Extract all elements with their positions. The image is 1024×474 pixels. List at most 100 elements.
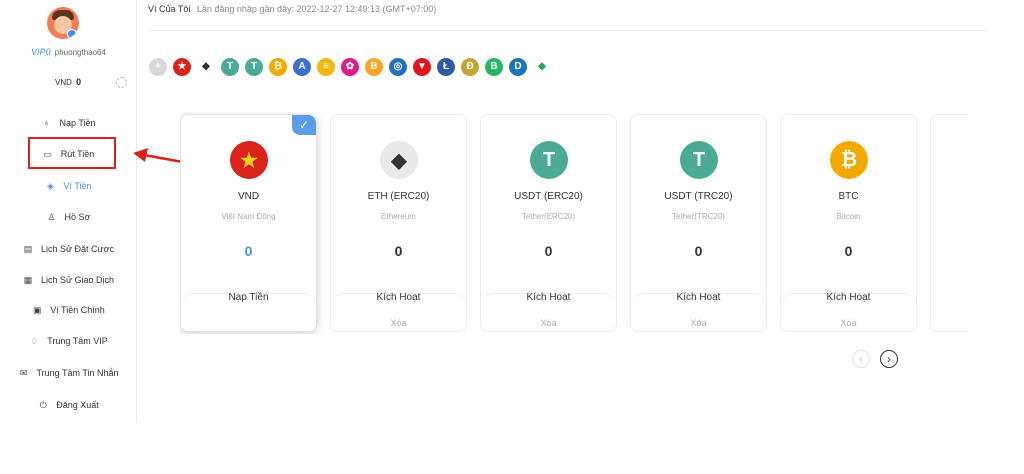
- card-currency-icon: ★: [230, 141, 268, 179]
- card-delete-button[interactable]: Xóa: [781, 318, 916, 328]
- bitcoin-white-coin-icon[interactable]: B: [365, 58, 383, 76]
- card-balance: 0: [844, 243, 853, 259]
- vnd-coin-icon[interactable]: ★: [173, 58, 191, 76]
- main-wallet-icon: ▣: [32, 305, 42, 315]
- wallet-card[interactable]: ◆ ETH (ERC20) Ethereum 0 Kích Hoạt Xóa: [330, 114, 467, 332]
- usdt-erc20-coin-icon[interactable]: T: [221, 58, 239, 76]
- balance: VND 0: [55, 77, 81, 87]
- card-action-button[interactable]: Kích Hoạt: [631, 292, 766, 303]
- pink-coin-icon[interactable]: ✿: [341, 58, 359, 76]
- wallet-page: VIP0 phuongthao64 VND 0 ♁ Nạp Tiền ▭ Rút Ti…: [0, 0, 1024, 474]
- wallet-cards: ★ VND Việt Nam Đồng 0 Nạp Tiền ✓ ◆ ETH (ERC20) E…: [180, 112, 968, 334]
- card-currency-icon: T: [680, 141, 718, 179]
- card-currency-icon: T: [530, 141, 568, 179]
- card-currency-name: USDT (ERC20): [514, 191, 583, 202]
- vip-level: VIP0: [31, 47, 51, 57]
- wallet-icon: ◈: [47, 181, 54, 191]
- sidebar-item-label: Ví Tiền: [63, 181, 92, 191]
- sidebar-item-label: Lịch Sử Đặt Cược: [41, 244, 114, 254]
- card-currency-name: BTC: [838, 191, 859, 202]
- page-header: Ví Của Tôi Lần đăng nhập gần đây: 2022-1…: [148, 4, 436, 14]
- card-action-button[interactable]: Kích Hoạt: [481, 292, 616, 303]
- btc-coin-icon[interactable]: ₿: [269, 58, 287, 76]
- prev-page-button[interactable]: ‹: [852, 350, 870, 368]
- sidebar-item-label: Ví Tiền Chính: [50, 305, 105, 315]
- sidebar-item-5[interactable]: ▤ Lịch Sử Đặt Cược: [0, 239, 137, 259]
- card-currency-full-name: Việt Nam Đồng: [221, 212, 276, 221]
- wallet-card[interactable]: T USDT (ERC20) Tether(ERC20) 0 Kích Hoạt Xóa: [480, 114, 617, 332]
- sidebar-item-label: Nạp Tiền: [59, 118, 96, 128]
- card-action-button[interactable]: Nạp Tiền: [181, 292, 316, 303]
- sidebar-item-8[interactable]: ♢ Trung Tâm VIP: [0, 331, 137, 351]
- card-currency-full-name: Tether(ERC20): [521, 212, 576, 221]
- sidebar-item-9[interactable]: ✉ Trung Tâm Tin Nhắn: [0, 363, 137, 383]
- balance-amount: 0: [76, 77, 82, 87]
- sidebar-item-label: Đăng Xuất: [56, 400, 99, 410]
- withdraw-highlight-box: [28, 137, 116, 169]
- wallet-card[interactable]: T USDT (TRC20) Tether(TRC20) 0 Kích Hoạt Xóa: [630, 114, 767, 332]
- camera-icon[interactable]: [67, 29, 77, 39]
- usdt-trc20-coin-icon[interactable]: T: [245, 58, 263, 76]
- next-page-button[interactable]: ›: [880, 350, 898, 368]
- card-delete-button[interactable]: Xóa: [481, 318, 616, 328]
- a-coin-icon[interactable]: A: [293, 58, 311, 76]
- user-icon: ♙: [47, 212, 56, 222]
- blue-ring-coin-icon[interactable]: ◎: [389, 58, 407, 76]
- card-currency-full-name: Ethereum: [381, 212, 416, 221]
- sidebar-item-label: Hồ Sơ: [64, 212, 91, 222]
- diamond-icon: ♢: [30, 336, 39, 346]
- card-action-button[interactable]: Kích Hoạt: [331, 292, 466, 303]
- last-login: Lần đăng nhập gần đây: 2022-12-27 12:49:…: [196, 4, 437, 14]
- chevron-right-icon: ›: [887, 352, 891, 366]
- tron-coin-icon[interactable]: ▼: [413, 58, 431, 76]
- money-bag-icon: ♁: [43, 118, 50, 128]
- dash-coin-icon[interactable]: D: [509, 58, 527, 76]
- add-coin-icon[interactable]: +: [149, 58, 167, 76]
- sidebar-item-label: Trung Tâm Tin Nhắn: [36, 368, 119, 378]
- card-balance: 0: [394, 243, 403, 259]
- mail-icon: ✉: [19, 368, 28, 378]
- sidebar-item-10[interactable]: ⏻ Đăng Xuất: [0, 395, 137, 415]
- refresh-icon[interactable]: [116, 77, 127, 88]
- eth-coin-icon[interactable]: ◆: [197, 58, 215, 76]
- sidebar-item-4[interactable]: ♙ Hồ Sơ: [0, 207, 137, 227]
- card-delete-button[interactable]: Xóa: [331, 318, 466, 328]
- card-currency-name: VND: [237, 191, 260, 202]
- sidebar-item-1[interactable]: ♁ Nạp Tiền: [0, 113, 137, 133]
- card-action-button[interactable]: Kích Hoạt: [781, 292, 916, 303]
- header-divider: [148, 30, 988, 31]
- card-balance: 0: [544, 243, 553, 259]
- sidebar-item-label: Lịch Sử Giao Dịch: [40, 275, 115, 285]
- card-currency-icon: ◆: [380, 141, 418, 179]
- doge-coin-icon[interactable]: Đ: [461, 58, 479, 76]
- card-currency-full-name: Bitcoin: [836, 212, 861, 221]
- sidebar-item-7[interactable]: ▣ Ví Tiền Chính: [0, 300, 137, 320]
- eth-green-coin-icon[interactable]: ◆: [533, 58, 551, 76]
- ltc-coin-icon[interactable]: Ł: [437, 58, 455, 76]
- card-currency-icon: ₿: [830, 141, 868, 179]
- avatar[interactable]: [47, 7, 79, 39]
- user-info: VIP0 phuongthao64: [0, 47, 137, 57]
- wallet-card[interactable]: ★ VND Việt Nam Đồng 0 Nạp Tiền ✓: [180, 114, 317, 332]
- balance-currency: VND: [55, 78, 72, 87]
- sidebar-item-label: Trung Tâm VIP: [47, 336, 108, 346]
- card-currency-full-name: Tether(TRC20): [672, 212, 725, 221]
- selected-check-icon: ✓: [292, 115, 316, 135]
- username: phuongthao64: [54, 48, 106, 57]
- card-balance: 0: [244, 243, 253, 259]
- page-title: Ví Của Tôi: [148, 4, 191, 14]
- card-currency-name: ETH (ERC20): [367, 191, 430, 202]
- wallet-card[interactable]: A: [930, 114, 968, 332]
- sidebar-item-6[interactable]: ▦ Lịch Sử Giao Dịch: [0, 270, 137, 290]
- green-b-coin-icon[interactable]: B: [485, 58, 503, 76]
- bet-history-icon: ▤: [23, 244, 33, 254]
- card-currency-name: A: [931, 191, 968, 202]
- sidebar: VIP0 phuongthao64 VND 0 ♁ Nạp Tiền ▭ Rút Ti…: [0, 0, 137, 422]
- sidebar-item-3[interactable]: ◈ Ví Tiền: [0, 176, 137, 196]
- power-icon: ⏻: [39, 400, 47, 410]
- card-delete-button[interactable]: Xóa: [631, 318, 766, 328]
- transaction-history-icon: ▦: [23, 275, 33, 285]
- card-currency-name: USDT (TRC20): [664, 191, 733, 202]
- wallet-card[interactable]: ₿ BTC Bitcoin 0 Kích Hoạt Xóa: [780, 114, 917, 332]
- b-coin-icon[interactable]: ≡: [317, 58, 335, 76]
